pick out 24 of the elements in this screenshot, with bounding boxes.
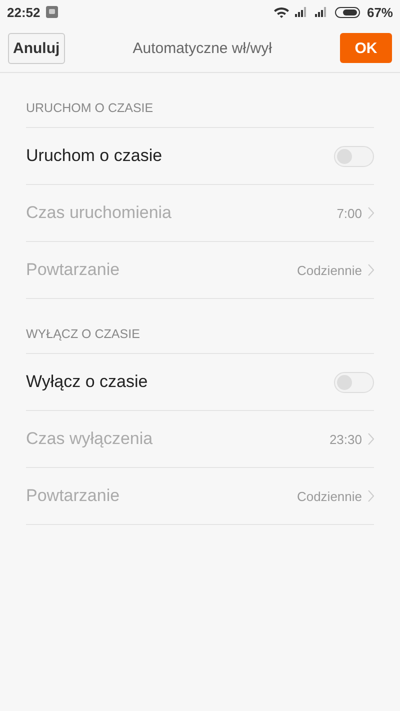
notification-icon xyxy=(46,6,58,18)
setting-label: Powtarzanie xyxy=(26,486,121,506)
chevron-icon xyxy=(368,207,374,219)
toggle-switch[interactable] xyxy=(334,372,374,392)
setting-label: Czas wyłączenia xyxy=(26,429,154,449)
chevron-icon xyxy=(368,433,374,445)
wifi-icon xyxy=(274,6,289,18)
chevron-icon xyxy=(368,490,374,502)
ok-button[interactable]: OK xyxy=(340,33,392,63)
signal-icon xyxy=(314,7,329,17)
toggle-switch[interactable] xyxy=(334,146,374,166)
status-time: 22:52 xyxy=(7,4,40,20)
cancel-button[interactable]: Anuluj xyxy=(8,32,65,64)
battery-percent: 67% xyxy=(366,4,393,20)
battery-icon xyxy=(334,6,361,18)
setting-label: Czas uruchomienia xyxy=(26,203,173,223)
section-header: WYŁĄCZ O CZASIE xyxy=(26,327,374,354)
screen-title: Automatyczne wł/wył xyxy=(132,40,272,56)
setting-label: Wyłącz o czasie xyxy=(26,372,149,392)
chevron-icon xyxy=(368,264,374,276)
section-header: URUCHOM O CZASIE xyxy=(26,101,374,128)
setting-label: Uruchom o czasie xyxy=(26,146,164,166)
setting-label: Powtarzanie xyxy=(26,260,121,280)
signal-icon xyxy=(294,7,309,17)
